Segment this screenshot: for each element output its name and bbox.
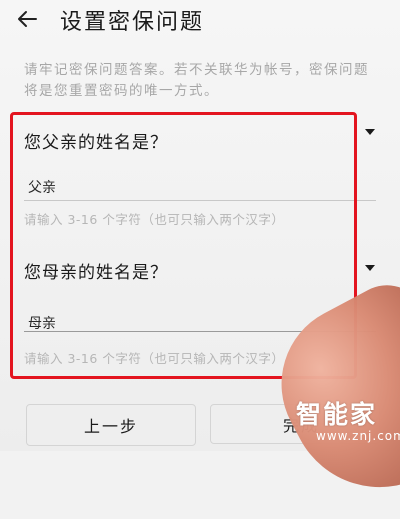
answer-1-input[interactable]: 父亲	[28, 177, 56, 197]
answer-2-input[interactable]: 母亲	[28, 313, 56, 333]
watermark-logo-text: 智能家	[296, 400, 378, 429]
page: 设置密保问题 请牢记密保问题答案。若不关联华为帐号，密保问题将是您重置密码的唯一…	[0, 0, 400, 519]
question-1-label[interactable]: 您父亲的姓名是？	[24, 128, 168, 153]
answer-1-underline	[24, 200, 376, 201]
security-hint-text: 请牢记密保问题答案。若不关联华为帐号，密保问题将是您重置密码的唯一方式。	[24, 62, 369, 99]
answer-2-hint: 请输入 3-16 个字符（也可只输入两个汉字）	[24, 351, 285, 366]
question-2-label[interactable]: 您母亲的姓名是？	[24, 258, 168, 283]
prev-step-button[interactable]: 上一步	[26, 404, 196, 446]
top-bar: 设置密保问题	[0, 0, 400, 40]
question-1-dropdown-icon[interactable]	[362, 124, 378, 140]
answer-1-hint: 请输入 3-16 个字符（也可只输入两个汉字）	[24, 212, 285, 227]
watermark-logo: 智能家 www.znj.com	[296, 395, 400, 443]
watermark-url: www.znj.com	[316, 429, 400, 443]
page-title: 设置密保问题	[60, 10, 205, 35]
back-arrow-icon[interactable]	[14, 6, 40, 32]
question-2-dropdown-icon[interactable]	[362, 260, 378, 276]
